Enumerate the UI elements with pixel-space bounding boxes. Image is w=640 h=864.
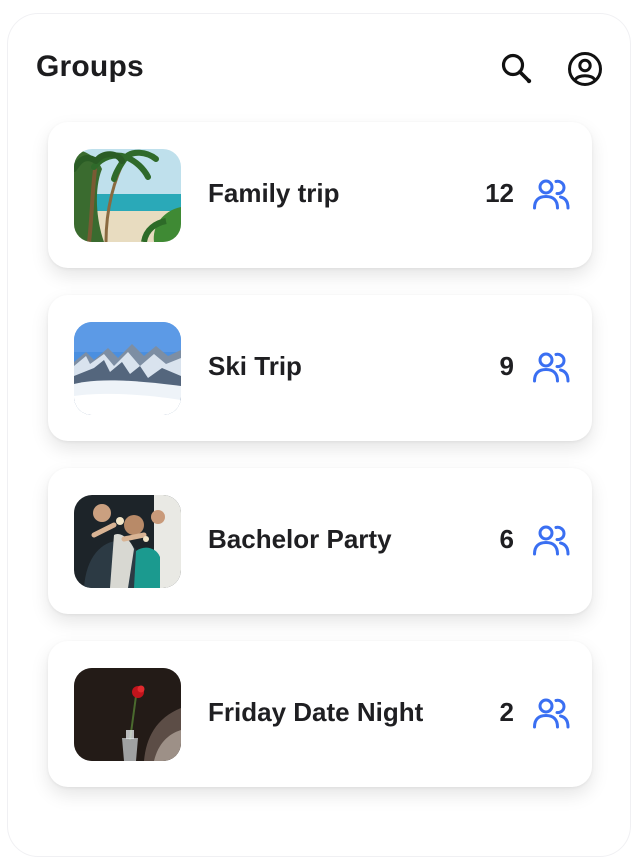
member-count: 12 — [485, 178, 514, 208]
group-name: Ski Trip — [208, 351, 302, 381]
group-card-friday-date-night[interactable]: Friday Date Night 2 — [48, 641, 592, 787]
header: Groups — [8, 14, 630, 124]
group-card-ski-trip[interactable]: Ski Trip 9 — [48, 295, 592, 441]
group-name: Bachelor Party — [208, 524, 392, 554]
beach-palm-trees-image — [74, 149, 181, 242]
snowy-mountains-image — [74, 322, 181, 415]
group-thumbnail — [74, 322, 181, 415]
group-card-family-trip[interactable]: Family trip 12 — [48, 122, 592, 268]
group-name: Friday Date Night — [208, 697, 424, 727]
page-title: Groups — [36, 50, 144, 83]
group-name: Family trip — [208, 178, 340, 208]
member-count: 6 — [499, 524, 514, 554]
red-rose-vase-image — [74, 668, 181, 761]
people-icon — [533, 698, 570, 729]
group-thumbnail — [74, 668, 181, 761]
people-icon — [533, 525, 570, 556]
party-people-image — [74, 495, 181, 588]
member-count: 2 — [499, 697, 514, 727]
people-icon — [533, 352, 570, 383]
profile-button[interactable] — [566, 50, 604, 88]
user-circle-icon — [568, 52, 602, 86]
group-card-bachelor-party[interactable]: Bachelor Party 6 — [48, 468, 592, 614]
member-count: 9 — [499, 351, 514, 381]
people-icon — [533, 179, 570, 210]
groups-screen: Groups Family trip 12 Ski Trip 9 Bachelo… — [8, 14, 630, 856]
search-button[interactable] — [498, 50, 536, 88]
group-thumbnail — [74, 149, 181, 242]
search-icon — [501, 53, 532, 84]
group-thumbnail — [74, 495, 181, 588]
